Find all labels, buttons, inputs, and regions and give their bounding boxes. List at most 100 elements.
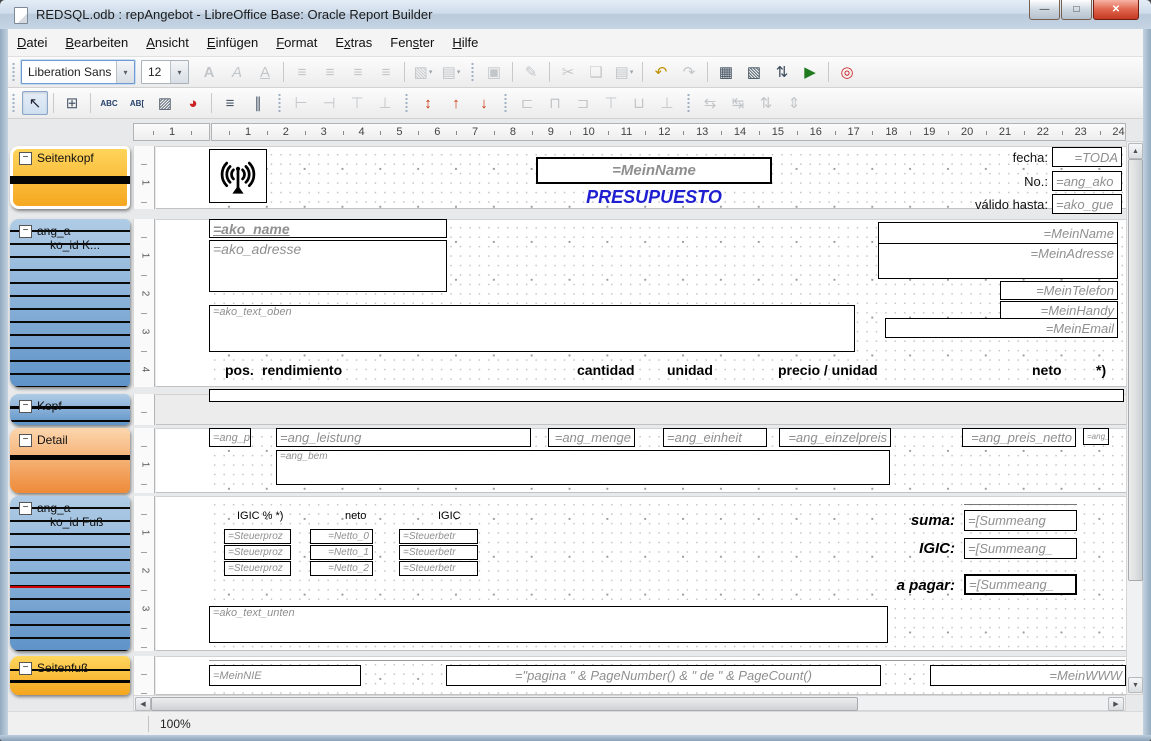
section-detail[interactable]: − Detail: [10, 428, 130, 493]
field-igic-sum[interactable]: =[Summeang_: [964, 538, 1077, 559]
field-mein-www[interactable]: =MeinWWW: [930, 665, 1126, 686]
collapse-icon[interactable]: −: [19, 434, 32, 447]
minimize-button[interactable]: —: [1029, 0, 1060, 20]
scroll-left-icon[interactable]: ◀: [135, 697, 151, 711]
horizontal-scroll-thumb[interactable]: [151, 697, 858, 711]
field-netto-1[interactable]: =Netto_1: [310, 545, 373, 560]
column-cantidad-label[interactable]: cantidad: [577, 362, 635, 378]
horizontal-scrollbar[interactable]: ◀ ▶: [133, 695, 1126, 711]
section-seitenfuss[interactable]: − Seitenfuß: [10, 656, 130, 695]
field-ang-einzelpreis[interactable]: =ang_einzelpreis: [779, 428, 891, 447]
scroll-up-icon[interactable]: ▲: [1128, 143, 1143, 159]
section-group-footer[interactable]: − ang_a ko_id Fuß: [10, 496, 130, 651]
menu-extras[interactable]: Extras: [326, 31, 381, 54]
text-box-icon[interactable]: AB[: [124, 91, 150, 115]
column-unidad-label[interactable]: unidad: [667, 362, 713, 378]
menu-bearbeiten[interactable]: Bearbeiten: [56, 31, 137, 54]
field-absender-block[interactable]: =MeinName =MeinAdresse: [878, 222, 1118, 279]
field-suma[interactable]: =[Summeang: [964, 510, 1077, 531]
field-netto-0[interactable]: =Netto_0: [310, 529, 373, 544]
field-mein-email[interactable]: =MeinEmail: [885, 318, 1118, 338]
font-name-combo[interactable]: Liberation Sans ▾: [21, 60, 135, 84]
chart-icon[interactable]: ◕: [180, 91, 206, 115]
vertical-scroll-thumb[interactable]: [1128, 159, 1143, 581]
toolbar-grip[interactable]: [277, 92, 282, 114]
menu-format[interactable]: Format: [267, 31, 326, 54]
report-navigator-icon[interactable]: ▧: [741, 60, 767, 84]
field-ang-extra[interactable]: =ang_: [1083, 428, 1109, 445]
vertical-scrollbar[interactable]: ▲ ▼: [1126, 141, 1143, 695]
field-netto-2[interactable]: =Netto_2: [310, 561, 373, 576]
toolbar-grip[interactable]: [503, 92, 508, 114]
collapse-icon[interactable]: −: [19, 225, 32, 238]
menu-fenster[interactable]: Fenster: [381, 31, 443, 54]
field-ang-leistung[interactable]: =ang_leistung: [276, 428, 531, 447]
empty-frame[interactable]: [209, 389, 1124, 402]
logo-image[interactable]: [209, 149, 267, 203]
help-icon[interactable]: ◎: [834, 60, 860, 84]
menu-ansicht[interactable]: Ansicht: [137, 31, 198, 54]
no-label[interactable]: No.:: [920, 174, 1048, 189]
toolbar-grip[interactable]: [11, 61, 16, 83]
menu-datei[interactable]: Datei: [8, 31, 56, 54]
neto-label[interactable]: neto: [345, 510, 366, 522]
font-size-dropdown-icon[interactable]: ▾: [170, 61, 188, 83]
label-field-icon[interactable]: ABC: [96, 91, 122, 115]
shrink-top-icon[interactable]: ↑: [443, 91, 469, 115]
igic-pct-label[interactable]: IGIC % *): [237, 510, 283, 522]
field-ang-pos[interactable]: =ang_po: [209, 428, 251, 447]
field-mein-telefon[interactable]: =MeinTelefon: [1000, 281, 1118, 300]
a-pagar-label[interactable]: a pagar:: [845, 577, 955, 594]
field-mein-name[interactable]: =MeinName: [879, 223, 1117, 244]
column-pos-label[interactable]: pos.: [225, 362, 254, 378]
field-pagina-expression[interactable]: ="pagina " & PageNumber() & " de " & Pag…: [446, 665, 881, 686]
close-button[interactable]: ✕: [1093, 0, 1139, 20]
line-spacing-icon[interactable]: ≡: [217, 91, 243, 115]
collapse-icon[interactable]: −: [19, 152, 32, 165]
toolbar-grip[interactable]: [686, 92, 691, 114]
toolbar-grip[interactable]: [11, 92, 16, 114]
menu-hilfe[interactable]: Hilfe: [443, 31, 487, 54]
execute-report-icon[interactable]: ▶: [797, 60, 823, 84]
shrink-bottom-icon[interactable]: ↓: [471, 91, 497, 115]
menu-einfgen[interactable]: Einfügen: [198, 31, 267, 54]
font-size-combo[interactable]: 12 ▾: [141, 60, 189, 84]
column-neto-label[interactable]: neto: [1032, 362, 1062, 378]
field-mein-adresse[interactable]: =MeinAdresse: [879, 244, 1117, 262]
field-valido-hasta[interactable]: =ako_gue: [1052, 194, 1122, 214]
field-steuerbetr-3[interactable]: =Steuerbetr: [399, 561, 478, 576]
collapse-icon[interactable]: −: [19, 400, 32, 413]
field-steuerproz-3[interactable]: =Steuerproz: [224, 561, 291, 576]
valido-hasta-label[interactable]: válido hasta:: [920, 197, 1048, 212]
section-kopf[interactable]: − Kopf: [10, 394, 130, 425]
toolbar-grip[interactable]: [470, 61, 475, 83]
column-layout-icon[interactable]: ∥: [245, 91, 271, 115]
field-mein-name-header[interactable]: =MeinName: [536, 157, 772, 184]
field-ang-einheit[interactable]: =ang_einheit: [663, 428, 767, 447]
add-field-icon[interactable]: ▦: [713, 60, 739, 84]
field-steuerbetr-1[interactable]: =Steuerbetr: [399, 529, 478, 544]
fit-section-icon[interactable]: ↕: [415, 91, 441, 115]
sorting-icon[interactable]: ⇅: [769, 60, 795, 84]
toolbar-grip[interactable]: [404, 92, 409, 114]
field-steuerbetr-2[interactable]: =Steuerbetr: [399, 545, 478, 560]
field-ang-bem[interactable]: =ang_bem: [276, 450, 890, 485]
igic-label[interactable]: IGIC: [438, 510, 461, 522]
field-a-pagar[interactable]: =[Summeang_: [964, 574, 1077, 595]
column-star-label[interactable]: *): [1096, 362, 1106, 378]
suma-label[interactable]: suma:: [855, 512, 955, 529]
image-control-icon[interactable]: ▨: [152, 91, 178, 115]
field-steuerproz-1[interactable]: =Steuerproz: [224, 529, 291, 544]
field-steuerproz-2[interactable]: =Steuerproz: [224, 545, 291, 560]
field-ako-text-oben[interactable]: =ako_text_oben: [209, 305, 855, 352]
maximize-button[interactable]: □: [1061, 0, 1092, 20]
field-no[interactable]: =ang_ako: [1052, 171, 1122, 191]
scroll-down-icon[interactable]: ▼: [1128, 677, 1143, 693]
font-name-dropdown-icon[interactable]: ▾: [116, 61, 134, 83]
field-ako-name[interactable]: =ako_name: [209, 219, 447, 238]
zoom-level[interactable]: 100%: [160, 717, 191, 731]
section-seitenkopf[interactable]: − Seitenkopf: [10, 146, 130, 209]
scroll-right-icon[interactable]: ▶: [1108, 697, 1124, 711]
collapse-icon[interactable]: −: [19, 502, 32, 515]
field-ang-menge[interactable]: =ang_menge: [548, 428, 635, 447]
